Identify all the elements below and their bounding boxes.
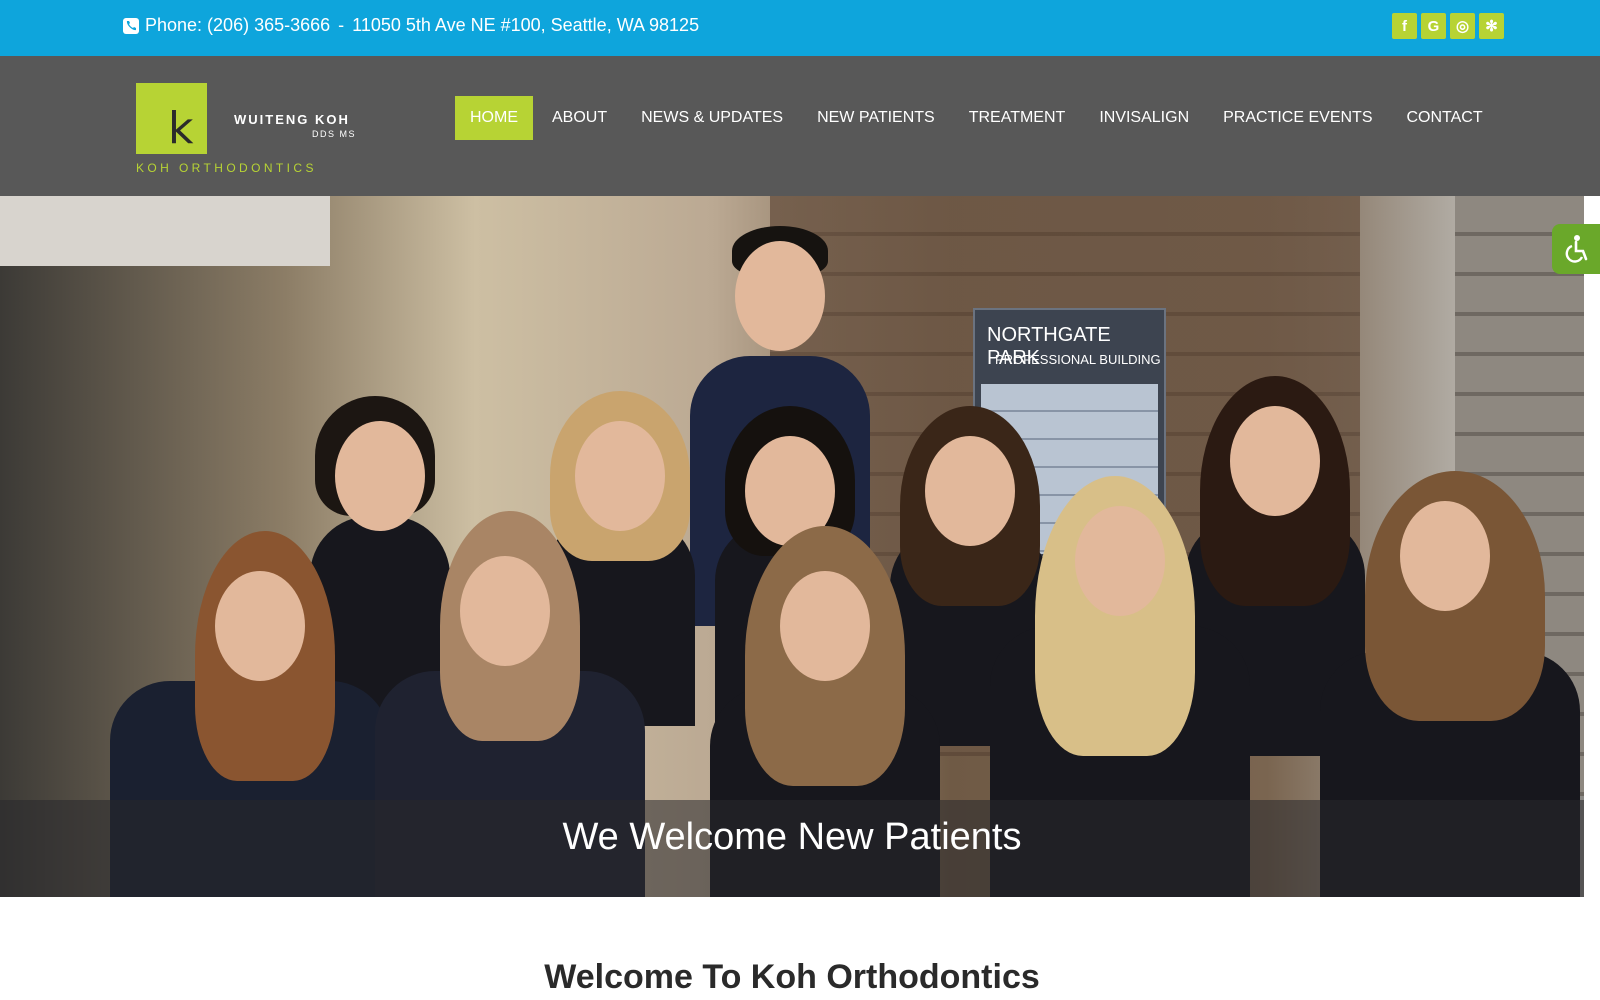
accessibility-icon[interactable] <box>1552 224 1600 274</box>
nav-item-treatment[interactable]: TREATMENT <box>954 96 1081 140</box>
logo-doctor-name: WUITENG KOH <box>234 112 350 127</box>
phone-icon <box>123 17 139 34</box>
hero-banner: NORTHGATE PARK PROFESSIONAL BUILDING We … <box>0 196 1584 897</box>
main-nav: HOME ABOUT NEWS & UPDATES NEW PATIENTS T… <box>455 96 1502 140</box>
google-icon[interactable]: G <box>1421 13 1446 39</box>
logo-credentials: DDS MS <box>312 129 357 139</box>
instagram-icon[interactable]: ◎ <box>1450 13 1475 39</box>
nav-item-news-updates[interactable]: NEWS & UPDATES <box>626 96 798 140</box>
nav-item-practice-events[interactable]: PRACTICE EVENTS <box>1208 96 1387 140</box>
nav-item-contact[interactable]: CONTACT <box>1391 96 1497 140</box>
logo-letter: k <box>168 103 194 154</box>
phone-number[interactable]: Phone: (206) 365-3666 <box>145 15 330 36</box>
logo-brand-name: KOH ORTHODONTICS <box>136 161 317 175</box>
facebook-icon[interactable]: f <box>1392 13 1417 39</box>
welcome-heading: Welcome To Koh Orthodontics <box>544 958 1040 996</box>
nav-item-home[interactable]: HOME <box>455 96 533 140</box>
nav-item-invisalign[interactable]: INVISALIGN <box>1084 96 1204 140</box>
site-header: k WUITENG KOH DDS MS KOH ORTHODONTICS HO… <box>0 56 1600 196</box>
nav-item-about[interactable]: ABOUT <box>537 96 622 140</box>
social-links: f G ◎ ✻ <box>1392 13 1504 39</box>
yelp-icon[interactable]: ✻ <box>1479 13 1504 39</box>
top-info-bar: Phone: (206) 365-3666 - 11050 5th Ave NE… <box>0 0 1600 56</box>
address[interactable]: 11050 5th Ave NE #100, Seattle, WA 98125 <box>352 15 699 36</box>
hero-caption: We Welcome New Patients <box>562 816 1022 858</box>
logo-mark: k <box>136 83 207 154</box>
site-logo[interactable]: k WUITENG KOH DDS MS KOH ORTHODONTICS <box>136 83 362 175</box>
nav-item-new-patients[interactable]: NEW PATIENTS <box>802 96 950 140</box>
contact-info: Phone: (206) 365-3666 - 11050 5th Ave NE… <box>123 15 699 36</box>
team-photo <box>110 226 1584 897</box>
contact-separator: - <box>338 15 345 35</box>
